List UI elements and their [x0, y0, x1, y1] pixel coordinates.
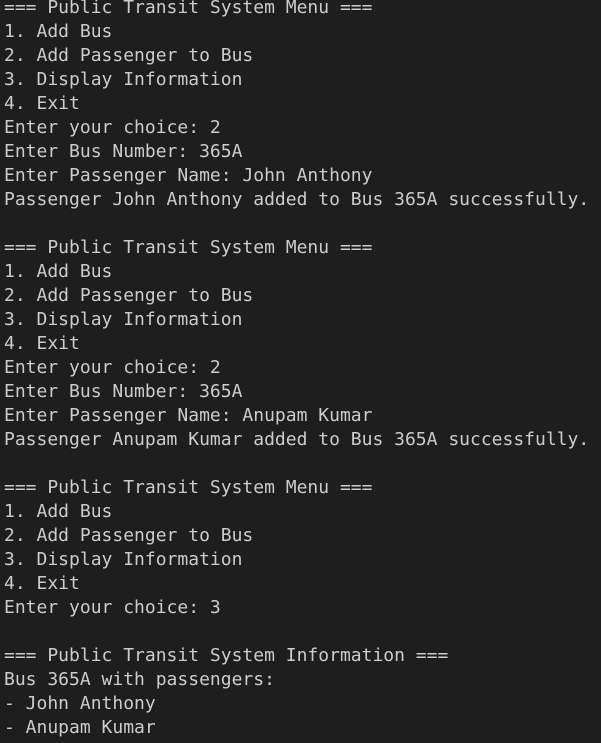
menu-option-exit: 4. Exit — [4, 93, 80, 114]
menu-option-add-bus: 1. Add Bus — [4, 21, 113, 42]
passenger-name-prompt: Enter Passenger Name: Anupam Kumar — [4, 405, 373, 426]
success-message: Passenger John Anthony added to Bus 365A… — [4, 189, 590, 210]
information-header: === Public Transit System Information ==… — [4, 645, 449, 666]
terminal-output[interactable]: === Public Transit System Menu === 1. Ad… — [0, 0, 601, 739]
menu-option-add-passenger: 2. Add Passenger to Bus — [4, 525, 254, 546]
menu-header: === Public Transit System Menu === — [4, 0, 373, 18]
menu-option-display-information: 3. Display Information — [4, 549, 243, 570]
bus-number-prompt: Enter Bus Number: 365A — [4, 141, 243, 162]
menu-header: === Public Transit System Menu === — [4, 237, 373, 258]
menu-option-exit: 4. Exit — [4, 573, 80, 594]
passenger-list-item: - Anupam Kumar — [4, 717, 156, 738]
menu-header: === Public Transit System Menu === — [4, 477, 373, 498]
success-message: Passenger Anupam Kumar added to Bus 365A… — [4, 429, 590, 450]
menu-option-display-information: 3. Display Information — [4, 69, 243, 90]
choice-prompt: Enter your choice: 3 — [4, 597, 221, 618]
menu-option-add-passenger: 2. Add Passenger to Bus — [4, 285, 254, 306]
menu-option-add-bus: 1. Add Bus — [4, 261, 113, 282]
menu-option-add-passenger: 2. Add Passenger to Bus — [4, 45, 254, 66]
choice-prompt: Enter your choice: 2 — [4, 357, 221, 378]
passenger-name-prompt: Enter Passenger Name: John Anthony — [4, 165, 373, 186]
bus-summary: Bus 365A with passengers: — [4, 669, 275, 690]
menu-option-exit: 4. Exit — [4, 333, 80, 354]
menu-option-display-information: 3. Display Information — [4, 309, 243, 330]
passenger-list-item: - John Anthony — [4, 693, 156, 714]
bus-number-prompt: Enter Bus Number: 365A — [4, 381, 243, 402]
choice-prompt: Enter your choice: 2 — [4, 117, 221, 138]
menu-option-add-bus: 1. Add Bus — [4, 501, 113, 522]
